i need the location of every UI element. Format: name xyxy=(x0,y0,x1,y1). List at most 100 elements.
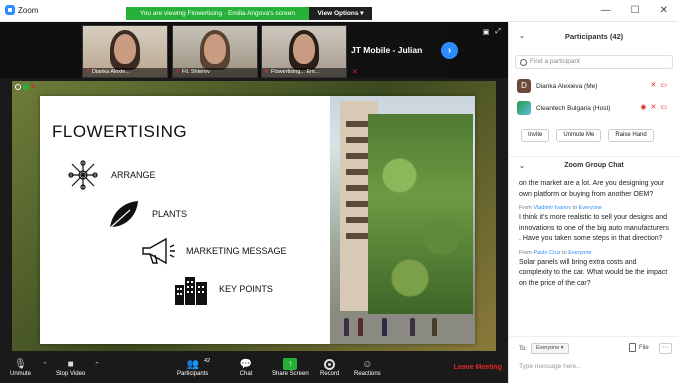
sender-name[interactable]: Paulo Cruz xyxy=(533,250,560,256)
chat-footer: To: Everyone ▾ File ··· Type message her… xyxy=(509,336,678,383)
view-options-button[interactable]: View Options ▾ xyxy=(309,7,372,20)
unmute-me-button[interactable]: Unmute Me xyxy=(556,129,602,142)
participant-name: Dianka Alexieva (Me) xyxy=(536,82,598,90)
pedestrian xyxy=(344,318,349,336)
jt-mobile-tile[interactable]: JT Mobile - Julian ✕ xyxy=(348,25,448,78)
recording-icon: ● xyxy=(31,84,35,90)
audio-options-caret[interactable]: ⌃ xyxy=(42,361,48,369)
participant-actions: Invite Unmute Me Raise Hand xyxy=(521,129,654,142)
unmute-button[interactable]: 🎙 Unmute xyxy=(10,357,31,378)
participant-name: Cleantech Bulgaria (Host) xyxy=(536,104,611,112)
viewing-banner: You are viewing Flowertising · Emilia An… xyxy=(126,7,309,20)
slide-item-label: KEY POINTS xyxy=(219,284,273,294)
slide-item-label: PLANTS xyxy=(152,209,188,219)
share-screen-icon: ↑ xyxy=(283,358,298,370)
presentation-slide: FLOWERTISING ARRANGE PLANTS MARKETING ME… xyxy=(40,96,475,344)
avatar: D xyxy=(517,79,531,93)
mic-muted-icon: ✕ xyxy=(650,82,657,89)
chat-messages: on the market are a lot. Are you designi… xyxy=(519,179,671,361)
pedestrian xyxy=(432,318,437,336)
fullscreen-icon[interactable]: ⤢ xyxy=(495,28,501,36)
chat-message-text: Solar panels will bring extra costs and … xyxy=(519,258,668,287)
stop-video-button[interactable]: ■ Stop Video xyxy=(56,357,85,378)
slide-item-key-points: KEY POINTS xyxy=(173,273,273,305)
chat-message: on the market are a lot. Are you designi… xyxy=(519,179,671,200)
chat-input[interactable]: Type message here... xyxy=(519,359,669,375)
video-thumbnail[interactable]: Dianka Alexie... ✕ xyxy=(82,25,168,78)
participant-face xyxy=(293,34,315,64)
chat-button[interactable]: 💬 Chat xyxy=(239,357,253,378)
recipient-name[interactable]: Everyone xyxy=(568,250,591,256)
leave-meeting-button[interactable]: Leave Meeting xyxy=(454,364,502,371)
pedestrian xyxy=(382,318,387,336)
participants-count: 42 xyxy=(204,358,211,364)
video-thumbnail[interactable]: Flowertising... Em... ✕ xyxy=(261,25,347,78)
participants-header: ⌄ Participants (42) xyxy=(509,22,678,50)
shared-screen: ● FLOWERTISING ARRANGE PLANTS MARKETING … xyxy=(12,81,496,351)
arrange-icon xyxy=(68,160,98,190)
slide-item-plants: PLANTS xyxy=(106,198,187,230)
shield-icon xyxy=(23,84,29,90)
app-title-text: Zoom xyxy=(18,5,39,15)
slide-title: FLOWERTISING xyxy=(52,122,188,141)
close-icon[interactable]: ✕ xyxy=(660,5,668,16)
slide-item-arrange: ARRANGE xyxy=(65,159,156,191)
participants-title: Participants (42) xyxy=(564,31,624,41)
raise-hand-button[interactable]: Raise Hand xyxy=(608,129,654,142)
title-bar: Zoom You are viewing Flowertising · Emil… xyxy=(0,0,678,22)
share-screen-button[interactable]: ↑ Share Screen xyxy=(272,357,309,377)
pedestrian xyxy=(358,318,363,336)
layout-icon[interactable]: ▣ xyxy=(483,28,490,36)
more-options-button[interactable]: ··· xyxy=(659,343,672,354)
chevron-down-icon[interactable]: ⌄ xyxy=(519,32,525,40)
slide-item-marketing: MARKETING MESSAGE xyxy=(140,235,287,267)
video-thumbnail[interactable]: Fil. Shterev ✕ xyxy=(172,25,258,78)
pedestrian xyxy=(410,318,415,336)
participant-search-input[interactable]: Find a participant xyxy=(515,55,673,69)
invite-button[interactable]: Invite xyxy=(521,129,550,142)
file-icon xyxy=(629,343,636,352)
recipient-name[interactable]: Everyone xyxy=(579,205,602,211)
mic-muted-icon: ✕ xyxy=(650,104,657,111)
file-button[interactable]: File xyxy=(629,343,649,352)
side-panel: ⌄ Participants (42) Find a participant D… xyxy=(508,22,678,383)
participant-status-icons: ✕ ▭ xyxy=(651,81,668,89)
mic-muted-icon: 🎙 xyxy=(14,358,27,370)
record-button[interactable]: Record xyxy=(320,357,339,377)
next-page-button[interactable]: › xyxy=(441,42,458,59)
sender-name[interactable]: Vladimir Ivanov xyxy=(533,205,571,211)
chat-header: ⌄ Zoom Group Chat xyxy=(509,156,678,174)
pedestrians xyxy=(340,312,440,336)
smiley-icon: ☺ xyxy=(362,358,373,370)
eye-icon: ◉ xyxy=(640,104,647,111)
thumbnail-name: Fil. Shterev xyxy=(173,68,257,77)
leaf-icon xyxy=(109,201,138,229)
window-controls: — ☐ ✕ xyxy=(601,5,668,16)
participant-row[interactable]: D Dianka Alexieva (Me) ✕ ▭ xyxy=(517,77,677,95)
video-options-caret[interactable]: ⌃ xyxy=(94,361,100,369)
chat-title: Zoom Group Chat xyxy=(564,162,624,169)
info-icon xyxy=(15,84,21,90)
participant-face xyxy=(204,34,226,64)
app-title: Zoom xyxy=(5,5,38,15)
mic-muted-icon: ✕ xyxy=(175,69,181,75)
layout-controls: ▣ ⤢ xyxy=(483,28,501,36)
to-label: To: xyxy=(519,345,528,352)
participant-face xyxy=(114,34,136,64)
recipient-select[interactable]: Everyone ▾ xyxy=(531,343,569,354)
participant-status-icons: ◉ ✕ ▭ xyxy=(640,103,667,111)
zoom-logo-icon xyxy=(5,5,15,15)
recipient-row: To: Everyone ▾ xyxy=(519,343,569,354)
record-icon xyxy=(324,358,336,370)
reactions-button[interactable]: ☺ Reactions xyxy=(354,357,381,378)
video-camera-icon: ■ xyxy=(67,358,74,370)
chevron-down-icon[interactable]: ⌄ xyxy=(519,162,525,170)
thumbnail-name: Flowertising... Em... xyxy=(262,68,346,77)
meeting-area: Dianka Alexie... ✕ Fil. Shterev ✕ Flower… xyxy=(0,22,508,355)
minimize-icon[interactable]: — xyxy=(601,5,611,16)
mic-muted-icon: ✕ xyxy=(352,69,358,76)
participant-row[interactable]: Cleantech Bulgaria (Host) ◉ ✕ ▭ xyxy=(517,99,677,117)
green-wall xyxy=(368,114,473,319)
maximize-icon[interactable]: ☐ xyxy=(631,5,640,16)
chat-message-text: I think it's more realistic to sell your… xyxy=(519,214,669,242)
